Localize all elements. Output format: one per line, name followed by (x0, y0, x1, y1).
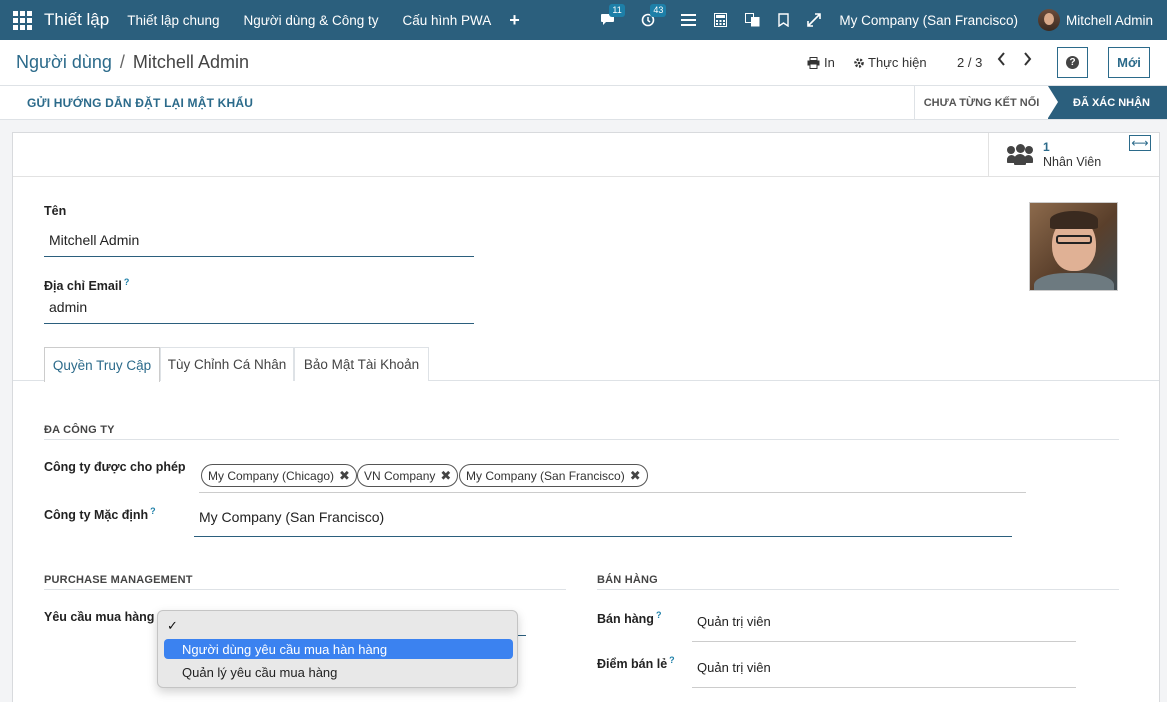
activity-clock-icon[interactable]: 43 (641, 4, 667, 27)
user-photo[interactable] (1029, 202, 1118, 291)
pager-next-icon[interactable] (1023, 52, 1032, 71)
company-tag-label: VN Company (364, 468, 436, 483)
default-company-input[interactable]: My Company (San Francisco) (194, 509, 1012, 537)
remove-tag-icon[interactable]: ✖ (440, 468, 451, 484)
sales-tooltip-icon[interactable]: ? (656, 610, 662, 620)
tab-account-security[interactable]: Bảo Mật Tài Khoản (294, 347, 429, 381)
tab-access-rights[interactable]: Quyền Truy Cập (44, 347, 160, 382)
name-label: Tên (44, 204, 67, 218)
remove-tag-icon[interactable]: ✖ (630, 468, 641, 484)
translate-icon[interactable] (745, 13, 760, 27)
email-tooltip-icon[interactable]: ? (124, 277, 130, 287)
pos-tooltip-icon[interactable]: ? (669, 655, 675, 665)
email-input[interactable]: admin (44, 299, 474, 324)
breadcrumb-current: Mitchell Admin (132, 52, 249, 72)
list-icon[interactable] (681, 14, 697, 26)
menu-users-companies[interactable]: Người dùng & Công ty (244, 13, 379, 28)
empty-option-check[interactable]: ✓ (167, 618, 178, 634)
user-name: Mitchell Admin (1065, 12, 1153, 28)
default-company-label-text: Công ty Mặc định (44, 508, 149, 523)
pos-select[interactable]: Quản trị viên (692, 660, 1076, 688)
user-avatar (1037, 9, 1060, 31)
company-tag: My Company (Chicago) ✖ (201, 464, 357, 487)
plus-icon[interactable]: + (509, 10, 520, 31)
top-navbar: Thiết lập Thiết lập chung Người dùng & C… (0, 0, 1167, 40)
print-button[interactable]: In (807, 55, 835, 70)
company-tag: VN Company ✖ (357, 464, 459, 487)
help-button[interactable]: ? (1057, 47, 1088, 78)
divider (597, 589, 1119, 590)
tab-preferences[interactable]: Tùy Chỉnh Cá Nhân (160, 347, 294, 381)
print-icon (807, 56, 820, 69)
status-bar: GỬI HƯỚNG DẪN ĐẶT LẠI MẬT KHẨU CHƯA TỪNG… (0, 86, 1167, 120)
allowed-companies-label: Công ty được cho phép (44, 460, 186, 474)
menu-pwa-config[interactable]: Cấu hình PWA (402, 13, 491, 28)
company-tag: My Company (San Francisco) ✖ (459, 464, 648, 487)
remove-tag-icon[interactable]: ✖ (339, 468, 350, 484)
stage-confirmed[interactable]: ĐÃ XÁC NHẬN (1048, 86, 1167, 119)
new-button[interactable]: Mới (1108, 47, 1150, 78)
gear-icon (854, 57, 864, 68)
chat-badge: 11 (609, 4, 625, 17)
pager-prev-icon[interactable] (997, 52, 1006, 71)
company-switcher[interactable]: My Company (San Francisco) (839, 13, 1018, 28)
breadcrumb-users-link[interactable]: Người dùng (16, 52, 112, 72)
pos-label-text: Điểm bán lẻ (597, 657, 668, 672)
fullscreen-expand-icon[interactable] (807, 13, 822, 27)
purchase-request-dropdown: ✓ Người dùng yêu cầu mua hàn hàng Quản l… (157, 610, 518, 688)
action-button[interactable]: Thực hiện (853, 55, 927, 70)
send-reset-password-button[interactable]: GỬI HƯỚNG DẪN ĐẶT LẠI MẬT KHẨU (27, 96, 253, 110)
purchase-request-label: Yêu cầu mua hàng (44, 610, 155, 624)
notebook-tabs: Quyền Truy Cập Tùy Chỉnh Cá Nhân Bảo Mật… (13, 347, 1159, 382)
breadcrumb-separator: / (119, 52, 125, 72)
bookmark-icon[interactable] (778, 13, 790, 27)
breadcrumb: Người dùng / Mitchell Admin (16, 52, 249, 73)
stage-never-connected[interactable]: CHƯA TỪNG KẾT NỐI (914, 86, 1048, 119)
expand-arrows-icon[interactable]: ⟷ (1129, 135, 1151, 151)
pager-value[interactable]: 2 / 3 (957, 55, 982, 70)
smart-button-box: 1 Nhân Viên ⟷ (13, 133, 1159, 177)
print-label: In (824, 55, 835, 70)
dropdown-option-user[interactable]: Người dùng yêu cầu mua hàn hàng (164, 639, 513, 659)
user-menu[interactable]: Mitchell Admin (1037, 9, 1153, 31)
sales-label-text: Bán hàng (597, 612, 654, 627)
app-brand[interactable]: Thiết lập (44, 10, 109, 30)
pos-label: Điểm bán lẻ? (597, 655, 675, 671)
default-company-label: Công ty Mặc định? (44, 506, 156, 522)
purchase-title: PURCHASE MANAGEMENT (44, 574, 193, 586)
users-icon (1007, 144, 1033, 166)
sales-label: Bán hàng? (597, 610, 661, 626)
sales-title: BÁN HÀNG (597, 574, 658, 586)
email-label-text: Địa chỉ Email (44, 279, 122, 294)
default-company-tooltip-icon[interactable]: ? (150, 506, 156, 516)
email-label: Địa chỉ Email? (44, 277, 129, 293)
action-label: Thực hiện (868, 55, 927, 70)
question-icon: ? (1066, 56, 1079, 69)
divider (44, 439, 1119, 440)
employees-smart-button[interactable]: 1 Nhân Viên (988, 133, 1128, 177)
employees-label: Nhân Viên (1043, 155, 1102, 169)
company-tag-label: My Company (San Francisco) (466, 468, 625, 483)
employees-count: 1 (1043, 140, 1050, 154)
sales-select[interactable]: Quản trị viên (692, 614, 1076, 642)
calculator-icon[interactable] (714, 13, 728, 27)
apps-grid-icon (12, 10, 32, 30)
activity-badge: 43 (650, 4, 667, 17)
control-panel: Người dùng / Mitchell Admin In Thực hiện 2… (0, 40, 1167, 86)
company-tag-label: My Company (Chicago) (208, 468, 335, 483)
name-input[interactable]: Mitchell Admin (44, 232, 474, 257)
menu-general-settings[interactable]: Thiết lập chung (127, 13, 219, 28)
dropdown-option-manager[interactable]: Quản lý yêu cầu mua hàng (164, 662, 513, 682)
apps-menu-button[interactable] (0, 0, 44, 40)
chat-icon[interactable]: 11 (600, 4, 625, 27)
allowed-companies-field[interactable]: My Company (Chicago) ✖ VN Company ✖ My Com… (199, 459, 1026, 493)
multi-company-title: ĐA CÔNG TY (44, 424, 115, 436)
divider (44, 589, 566, 590)
